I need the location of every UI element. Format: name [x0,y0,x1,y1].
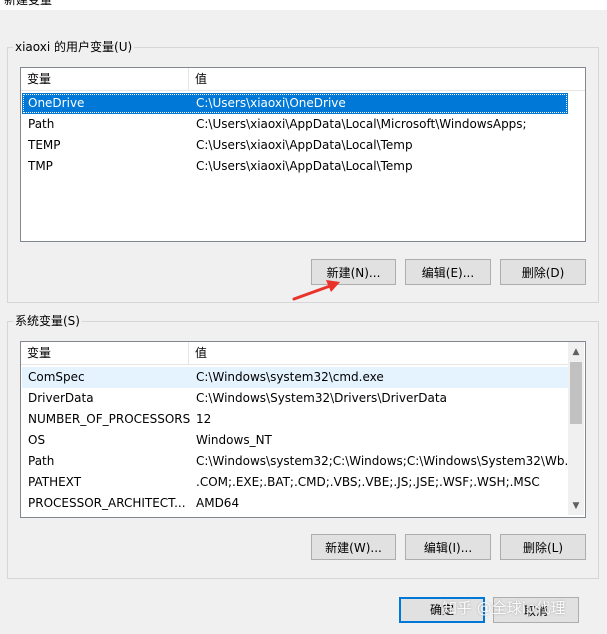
variable-name: DriverData [28,391,94,405]
list-header: 变量 值 [21,68,585,91]
table-row[interactable]: DriverData C:\Windows\System32\Drivers\D… [22,388,568,409]
variable-name: PROCESSOR_ARCHITECT... [28,496,186,510]
table-row[interactable]: TMP C:\Users\xiaoxi\AppData\Local\Temp [22,156,568,177]
variable-name: TEMP [28,138,61,152]
vertical-scrollbar[interactable]: ▲ ▼ [568,342,584,515]
variable-value: C:\Users\xiaoxi\AppData\Local\Temp [196,159,413,173]
variable-name: ComSpec [28,370,85,384]
table-row[interactable]: NUMBER_OF_PROCESSORS 12 [22,409,568,430]
user-edit-button[interactable]: 编辑(E)... [405,259,491,285]
table-row[interactable]: Path C:\Windows\system32;C:\Windows;C:\W… [22,451,576,472]
variable-name: Path [28,454,55,468]
table-row[interactable]: OneDrive C:\Users\xiaoxi\OneDrive [22,93,568,114]
table-row[interactable]: PATHEXT .COM;.EXE;.BAT;.CMD;.VBS;.VBE;.J… [22,472,568,493]
system-variables-list[interactable]: 变量 值 ComSpec C:\Windows\system32\cmd.exe… [20,341,586,518]
scroll-up-icon[interactable]: ▲ [568,344,584,360]
user-delete-button[interactable]: 删除(D) [500,259,586,285]
system-variables-group: 系统变量(S) 变量 值 ComSpec C:\Windows\system32… [7,314,599,579]
variable-value: 12 [196,412,212,426]
list-header: 变量 值 [21,342,568,365]
user-variables-list[interactable]: 变量 值 OneDrive C:\Users\xiaoxi\OneDrive P… [20,67,586,242]
annotation-arrow-icon [292,280,340,301]
variable-name: OneDrive [28,96,85,110]
variable-value: .COM;.EXE;.BAT;.CMD;.VBS;.VBE;.JS;.JSE;.… [196,475,540,489]
variable-value: C:\Windows\System32\Drivers\DriverData [196,391,447,405]
system-new-button[interactable]: 新建(W)... [311,534,396,560]
window-title: 新建变量 [4,0,53,7]
table-row[interactable]: Path C:\Users\xiaoxi\AppData\Local\Micro… [22,114,568,135]
system-edit-button[interactable]: 编辑(I)... [405,534,491,560]
table-row[interactable]: OS Windows_NT [22,430,568,451]
table-row[interactable]: PROCESSOR_ARCHITECT... AMD64 [22,493,568,514]
variable-value: C:\Windows\system32;C:\Windows;C:\Window… [196,454,576,468]
variable-value: Windows_NT [196,433,272,447]
column-header-variable[interactable]: 变量 [21,68,51,90]
table-row[interactable]: TEMP C:\Users\xiaoxi\AppData\Local\Temp [22,135,568,156]
variable-value: C:\Users\xiaoxi\AppData\Local\Temp [196,138,413,152]
user-variables-group: xiaoxi 的用户变量(U) 变量 值 OneDrive C:\Users\x… [7,40,599,303]
variable-value: C:\Users\xiaoxi\OneDrive [196,96,346,110]
variable-value: C:\Windows\system32\cmd.exe [196,370,384,384]
variable-name: Path [28,117,55,131]
variable-name: NUMBER_OF_PROCESSORS [28,412,191,426]
title-bar: 新建变量 [0,0,607,10]
column-header-variable[interactable]: 变量 [21,342,51,364]
scroll-down-icon[interactable]: ▼ [568,498,584,514]
column-header-value[interactable]: 值 [189,342,207,364]
watermark: 知乎 @全球ip代理 [442,599,566,617]
variable-name: OS [28,433,46,447]
scroll-thumb[interactable] [570,362,582,424]
column-header-value[interactable]: 值 [189,68,207,90]
variable-value: C:\Users\xiaoxi\AppData\Local\Microsoft\… [196,117,527,131]
user-variables-label: xiaoxi 的用户变量(U) [13,40,135,54]
variable-name: TMP [28,159,53,173]
system-delete-button[interactable]: 删除(L) [500,534,586,560]
table-row[interactable]: ComSpec C:\Windows\system32\cmd.exe [22,367,568,388]
system-variables-label: 系统变量(S) [13,314,82,328]
variable-value: AMD64 [196,496,240,510]
variable-name: PATHEXT [28,475,82,489]
